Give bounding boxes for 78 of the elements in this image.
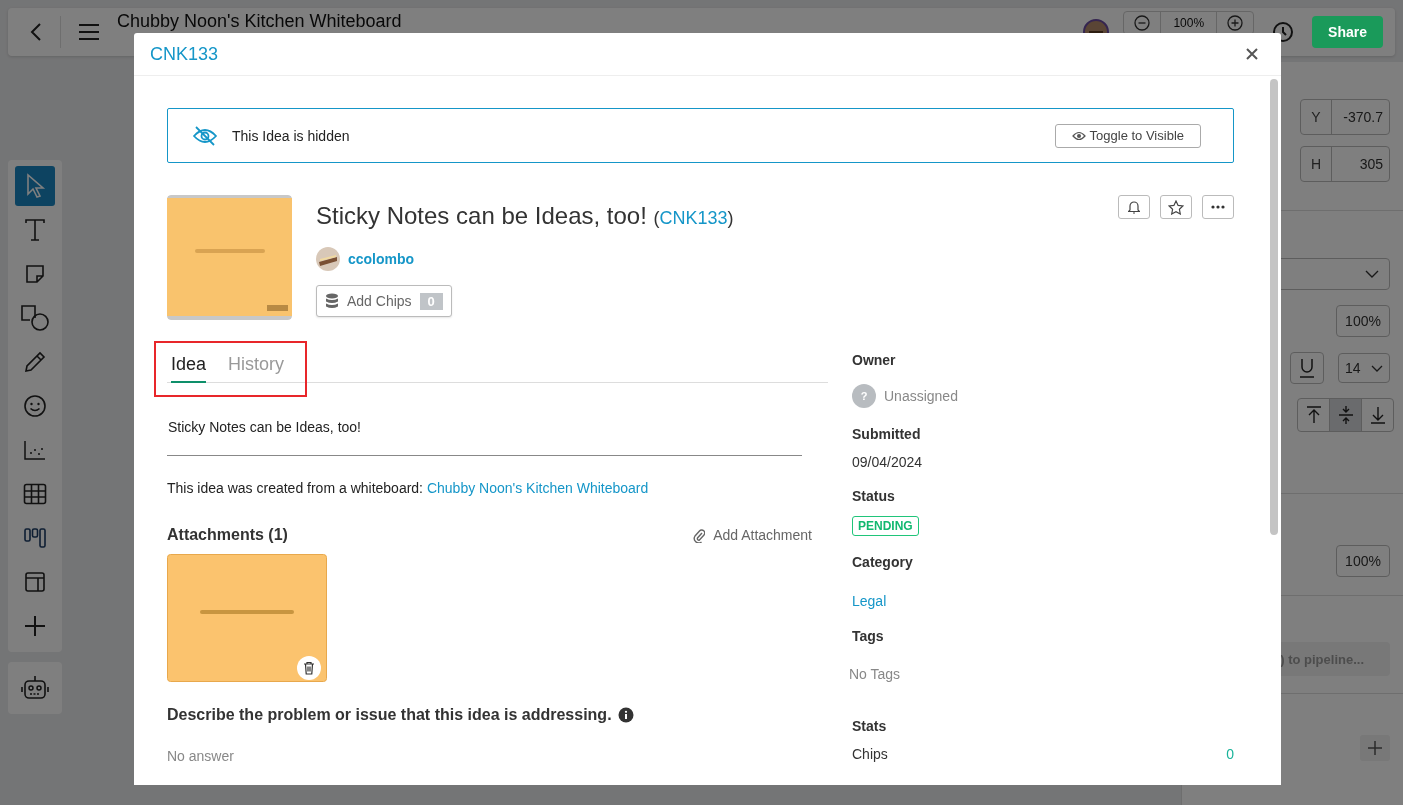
add-chips-button[interactable]: Add Chips 0 xyxy=(316,285,452,317)
star-button[interactable] xyxy=(1160,195,1192,219)
plus-icon xyxy=(1368,741,1382,755)
pencil-icon xyxy=(23,350,47,374)
stat-value: 0 xyxy=(1226,746,1234,762)
answer-text: No answer xyxy=(167,748,235,764)
idea-code-link[interactable]: CNK133 xyxy=(659,208,728,228)
detail-label: Submitted xyxy=(852,426,922,442)
author-link[interactable]: ccolombo xyxy=(348,251,415,267)
smiley-icon xyxy=(23,394,47,418)
clock-icon[interactable] xyxy=(1272,21,1295,43)
underline-icon xyxy=(1299,358,1315,378)
tab[interactable]: History xyxy=(228,344,285,383)
underline-button[interactable] xyxy=(1290,352,1324,384)
scatter-plot-icon xyxy=(23,439,47,461)
detail-label: Tags xyxy=(852,628,885,644)
idea-title: Sticky Notes can be Ideas, too! (CNK133) xyxy=(316,202,734,230)
height-field[interactable]: H 305 xyxy=(1300,146,1390,182)
y-field[interactable]: Y -370.7 xyxy=(1300,99,1390,135)
hidden-eye-icon xyxy=(192,125,218,146)
hidden-message: This Idea is hidden xyxy=(232,127,350,144)
layout-icon xyxy=(24,571,46,593)
detail-label: Status xyxy=(852,488,896,504)
info-icon[interactable] xyxy=(617,707,634,723)
align-bottom-icon xyxy=(1369,406,1386,424)
board-title: Chubby Noon's Kitchen Whiteboard xyxy=(117,11,402,31)
cursor-icon xyxy=(24,173,46,199)
add-button[interactable] xyxy=(1360,735,1390,761)
bell-icon xyxy=(1128,200,1140,214)
select-tool[interactable] xyxy=(15,166,55,206)
unknown-avatar: ? xyxy=(852,384,876,408)
shapes-icon xyxy=(20,304,50,332)
origin-text: This idea was created from a whiteboard: Chubby Noon's Kitchen Whiteboard xyxy=(167,480,650,496)
dialog-title: CNK133 xyxy=(150,43,219,65)
attachments-heading: Attachments (1) xyxy=(167,526,288,544)
paperclip-icon xyxy=(693,527,706,543)
opacity-field[interactable]: 100% xyxy=(1336,545,1390,577)
share-button[interactable]: Share xyxy=(1312,16,1383,48)
back-icon[interactable] xyxy=(30,23,42,41)
star-icon xyxy=(1168,199,1184,215)
grid-icon xyxy=(23,483,47,505)
chevron-down-icon xyxy=(1371,364,1383,372)
stat-label: Chips xyxy=(852,746,888,762)
toggle-visible-button[interactable]: Toggle to Visible xyxy=(1054,123,1201,148)
text-icon xyxy=(24,218,46,242)
category-link[interactable]: Legal xyxy=(852,593,887,609)
columns-icon xyxy=(23,526,47,550)
detail-label: Category xyxy=(852,554,914,570)
align-middle-icon xyxy=(1337,405,1354,425)
sticky-note-icon xyxy=(24,263,46,285)
detail-label: Stats xyxy=(852,718,888,734)
opacity-field[interactable]: 100% xyxy=(1336,305,1390,337)
more-button[interactable] xyxy=(1202,195,1234,219)
bell-button[interactable] xyxy=(1118,195,1150,219)
plus-icon xyxy=(24,615,46,637)
chevron-down-icon xyxy=(1365,270,1379,278)
trash-icon xyxy=(303,661,315,675)
eye-icon xyxy=(1071,130,1086,141)
detail-value: 09/04/2024 xyxy=(852,454,924,470)
menu-icon[interactable] xyxy=(79,24,99,40)
assistant-button[interactable] xyxy=(8,662,62,714)
status-badge: PENDING xyxy=(852,516,919,536)
empty-value: No Tags xyxy=(849,666,902,682)
detail-label: Owner xyxy=(852,352,897,368)
idea-description: Sticky Notes can be Ideas, too! xyxy=(168,419,362,435)
whiteboard-link[interactable]: Chubby Noon's Kitchen Whiteboard xyxy=(426,480,649,496)
database-icon xyxy=(325,293,339,309)
tab[interactable]: Idea xyxy=(171,344,207,383)
close-icon[interactable] xyxy=(1246,48,1258,60)
align-middle-button[interactable] xyxy=(1329,399,1361,431)
more-icon xyxy=(1211,205,1225,209)
question-heading: Describe the problem or issue that this idea is addressing. xyxy=(167,706,612,724)
font-size-select[interactable]: 14 xyxy=(1338,353,1390,383)
avatar-icon xyxy=(316,247,340,271)
owner-value: Unassigned xyxy=(884,388,958,404)
add-attachment-link[interactable]: Add Attachment xyxy=(693,527,812,543)
align-top-icon xyxy=(1305,406,1322,424)
robot-icon xyxy=(21,675,49,701)
